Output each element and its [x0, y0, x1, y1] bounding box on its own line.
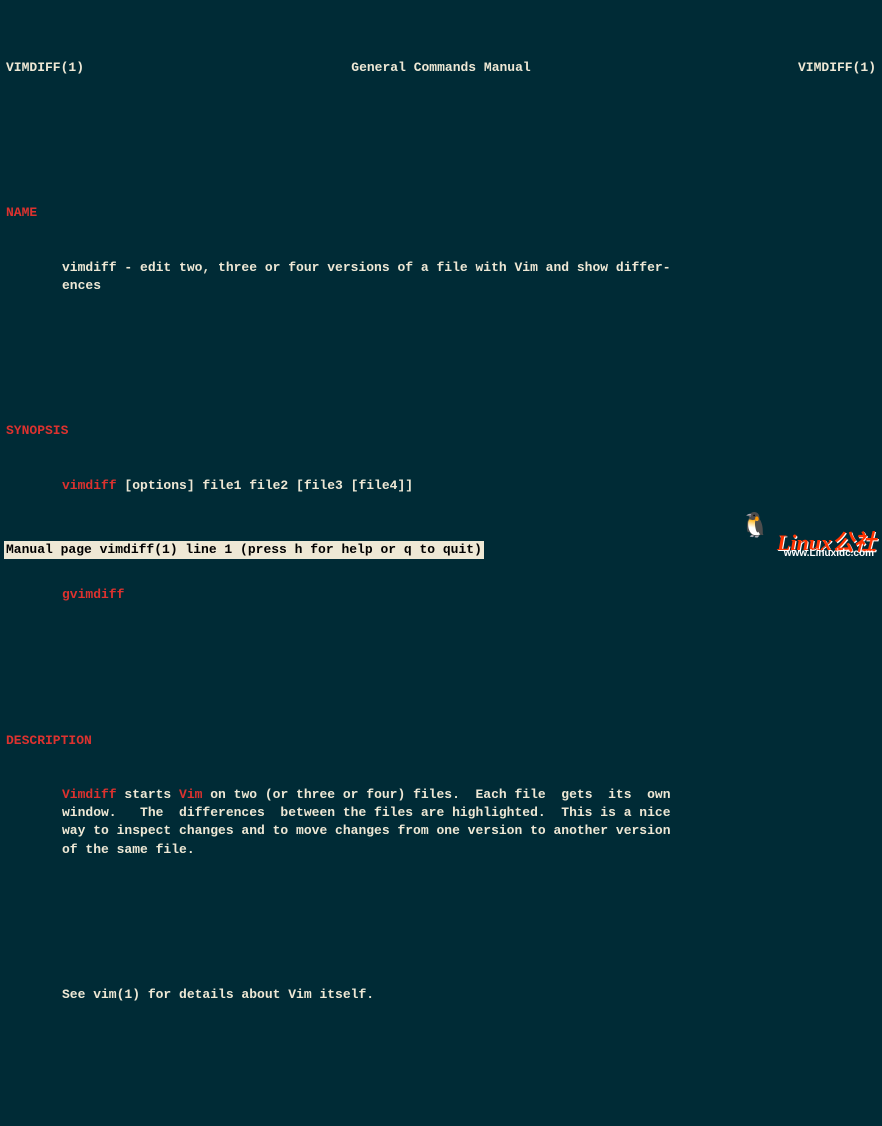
section-name-body: vimdiff - edit two, three or four versio… [6, 259, 876, 295]
section-synopsis-title: SYNOPSIS [6, 422, 876, 440]
description-p1: Vimdiff starts Vim on two (or three or f… [6, 786, 876, 859]
section-name-title: NAME [6, 204, 876, 222]
header-left: VIMDIFF(1) [6, 59, 84, 77]
term-vimdiff: Vimdiff [62, 787, 117, 802]
cmd-vimdiff: vimdiff [62, 478, 117, 493]
man-page-header: VIMDIFF(1) General Commands Manual VIMDI… [6, 59, 876, 77]
synopsis-line-vimdiff: vimdiff [options] file1 file2 [file3 [fi… [6, 477, 876, 495]
header-right: VIMDIFF(1) [798, 59, 876, 77]
cmd-gvimdiff: gvimdiff [62, 587, 124, 602]
section-description-title: DESCRIPTION [6, 732, 876, 750]
pager-status-bar[interactable]: Manual page vimdiff(1) line 1 (press h f… [4, 541, 484, 559]
header-center: General Commands Manual [351, 59, 530, 77]
term-vim: Vim [179, 787, 202, 802]
cmd-vimdiff-args: [options] file1 file2 [file3 [file4]] [117, 478, 413, 493]
desc-p1-t1: starts [117, 787, 179, 802]
description-p2: See vim(1) for details about Vim itself. [6, 986, 876, 1004]
synopsis-line-gvimdiff: gvimdiff [6, 586, 876, 604]
man-page-terminal: VIMDIFF(1) General Commands Manual VIMDI… [0, 0, 882, 1126]
